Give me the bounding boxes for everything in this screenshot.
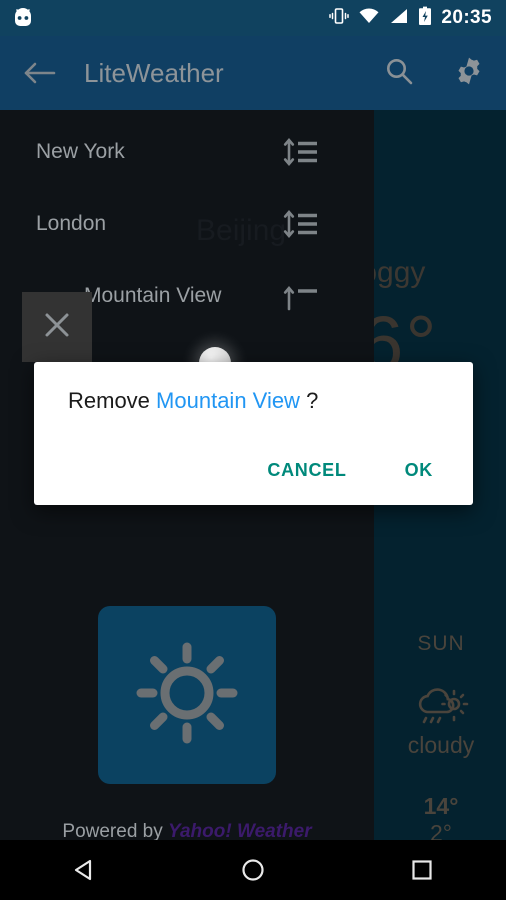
powered-by-brand: Yahoo! Weather xyxy=(168,821,312,842)
ok-button[interactable]: OK xyxy=(387,450,451,491)
powered-by-prefix: Powered by xyxy=(62,821,169,842)
app-bar: LiteWeather xyxy=(0,36,506,110)
cloudy-sun-icon xyxy=(376,682,506,726)
wifi-icon xyxy=(358,7,380,30)
reorder-icon[interactable] xyxy=(282,207,320,241)
cancel-button[interactable]: CANCEL xyxy=(249,450,364,491)
dialog-message-city: Mountain View xyxy=(156,388,300,413)
reorder-icon[interactable] xyxy=(282,279,320,313)
app-bar-actions xyxy=(384,56,484,91)
nav-home-icon[interactable] xyxy=(221,848,285,892)
gear-icon[interactable] xyxy=(454,56,484,91)
status-bar: 20:35 xyxy=(0,0,506,36)
back-arrow-icon[interactable] xyxy=(22,55,58,91)
list-item[interactable]: New York xyxy=(0,116,374,188)
remove-city-dialog: Remove Mountain View ? CANCEL OK xyxy=(34,362,473,505)
page-title: LiteWeather xyxy=(84,57,224,88)
forecast-day-label: SUN xyxy=(417,632,465,655)
city-name-label: Mountain View xyxy=(84,284,222,307)
dialog-message-suffix: ? xyxy=(299,388,319,413)
dialog-actions: CANCEL OK xyxy=(249,450,459,491)
forecast-condition-label: cloudy xyxy=(407,732,475,758)
forecast-high-temp: 14° xyxy=(423,793,459,819)
search-icon[interactable] xyxy=(384,56,414,91)
status-icons: 20:35 xyxy=(329,6,492,31)
forecast-card: SUN cloudy 14° 2° xyxy=(376,632,506,847)
sun-icon xyxy=(131,637,243,754)
list-item[interactable]: London xyxy=(0,188,374,260)
close-x-icon xyxy=(40,308,74,347)
signal-icon xyxy=(389,7,409,30)
cyanogenmod-logo-icon xyxy=(12,7,34,29)
city-name-label: New York xyxy=(36,140,125,163)
dialog-message-prefix: Remove xyxy=(68,388,157,413)
nav-back-icon[interactable] xyxy=(52,848,116,892)
battery-charging-icon xyxy=(418,6,432,31)
nav-recents-icon[interactable] xyxy=(390,848,454,892)
weather-icon-tile xyxy=(98,606,276,784)
status-clock: 20:35 xyxy=(441,7,492,28)
city-name-label: London xyxy=(36,212,107,235)
android-navigation-bar xyxy=(0,840,506,900)
delete-city-button[interactable] xyxy=(22,292,92,362)
vibrate-icon xyxy=(329,7,350,30)
reorder-icon[interactable] xyxy=(282,135,320,169)
dialog-message: Remove Mountain View ? xyxy=(68,388,318,414)
phone-screen: foggy 6° SUN cloudy 14° 2° Beijing New Y… xyxy=(0,0,506,900)
